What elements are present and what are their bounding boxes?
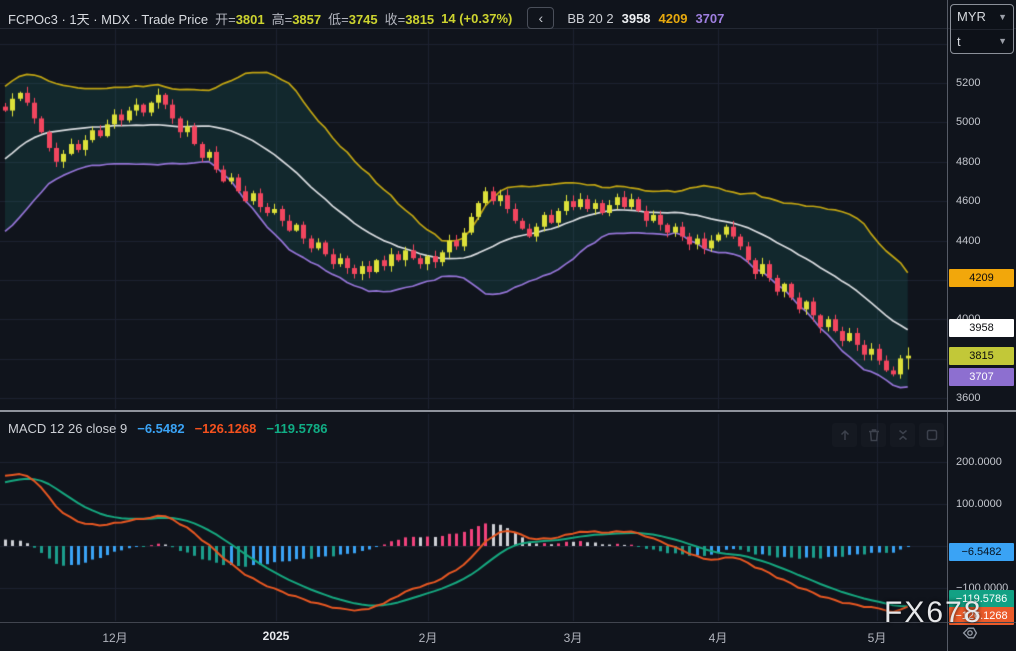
- high-label: 高=: [272, 12, 293, 27]
- price-pane-legend: FCPOc3 · 1天 · MDX · Trade Price 开=3801 高…: [8, 8, 724, 28]
- time-tick-label: 4月: [709, 629, 728, 646]
- pane-separator[interactable]: [0, 410, 1016, 412]
- trash-icon: [866, 427, 882, 443]
- currency-select[interactable]: MYR ▼: [951, 5, 1013, 29]
- unit-select[interactable]: t ▼: [951, 29, 1013, 54]
- collapse-icon: [895, 427, 911, 443]
- high-value: 3857: [292, 12, 321, 27]
- price-tick-label: 4600: [948, 194, 1016, 208]
- open-value: 3801: [236, 12, 265, 27]
- macd-pane-legend: MACD 12 26 close 9 −6.5482 −126.1268 −11…: [8, 421, 328, 436]
- macd-axis-badge: −6.5482: [949, 543, 1014, 561]
- arrow-up-icon: [837, 427, 853, 443]
- bb-lower-value: 3707: [695, 11, 724, 26]
- low-label: 低=: [328, 12, 349, 27]
- price-tick-label: 5200: [948, 76, 1016, 90]
- unit-value: t: [957, 34, 961, 49]
- maximize-pane-button[interactable]: [919, 423, 944, 447]
- chevron-left-icon: ‹: [539, 10, 544, 26]
- price-tick-label: 4400: [948, 234, 1016, 248]
- price-axis-badge: 3707: [949, 368, 1014, 386]
- bb-basis-value: 3958: [622, 11, 651, 26]
- macd-hist-value: −6.5482: [137, 421, 184, 436]
- price-tick-label: 4800: [948, 155, 1016, 169]
- close-value: 3815: [405, 12, 434, 27]
- macd-title[interactable]: MACD 12 26 close 9: [8, 421, 127, 436]
- price-axis-badge: 3815: [949, 347, 1014, 365]
- time-tick-label: 3月: [564, 629, 583, 646]
- maximize-icon: [924, 427, 940, 443]
- macd-tick-label: 200.0000: [948, 455, 1016, 469]
- time-tick-label: 2月: [419, 629, 438, 646]
- collapse-pane-button[interactable]: [890, 423, 915, 447]
- move-pane-up-button[interactable]: [832, 423, 857, 447]
- axis-unit-selector: MYR ▼ t ▼: [950, 4, 1014, 54]
- chevron-down-icon: ▼: [998, 36, 1007, 46]
- price-axis[interactable]: 5200500048004600440040003600200.0000100.…: [948, 0, 1016, 622]
- chart-window: FCPOc3 · 1天 · MDX · Trade Price 开=3801 高…: [0, 0, 1016, 651]
- bb-upper-value: 4209: [659, 11, 688, 26]
- price-tick-label: 3600: [948, 391, 1016, 405]
- time-tick-label: 12月: [102, 629, 127, 646]
- low-value: 3745: [349, 12, 378, 27]
- price-tick-label: 5000: [948, 115, 1016, 129]
- time-axis-separator: [0, 622, 1016, 623]
- time-tick-label: 2025: [263, 629, 290, 643]
- time-tick-label: 5月: [868, 629, 887, 646]
- fx678-watermark: FX678: [884, 596, 982, 630]
- change-value: 14 (+0.37%): [441, 11, 512, 26]
- collapse-legend-button[interactable]: ‹: [527, 7, 554, 29]
- delete-pane-button[interactable]: [861, 423, 886, 447]
- time-axis[interactable]: 12月 2025 2月 3月 4月 5月: [0, 622, 1016, 651]
- currency-value: MYR: [957, 9, 986, 24]
- header-separator: [0, 28, 1016, 29]
- macd-signal-value: −119.5786: [266, 421, 327, 436]
- open-label: 开=: [215, 12, 236, 27]
- price-axis-badge: 4209: [949, 269, 1014, 287]
- macd-pane-controls: [832, 423, 944, 447]
- chart-canvas[interactable]: [0, 0, 1016, 651]
- macd-line-value: −126.1268: [195, 421, 257, 436]
- price-axis-badge: 3958: [949, 319, 1014, 337]
- price-axis-border: [947, 0, 948, 651]
- bb-indicator-legend[interactable]: BB 20 2 3958 4209 3707: [567, 11, 724, 26]
- macd-tick-label: 100.0000: [948, 497, 1016, 511]
- close-label: 收=: [385, 12, 406, 27]
- symbol-title[interactable]: FCPOc3 · 1天 · MDX · Trade Price: [8, 9, 208, 28]
- bb-title: BB 20 2: [567, 11, 613, 26]
- chevron-down-icon: ▼: [998, 12, 1007, 22]
